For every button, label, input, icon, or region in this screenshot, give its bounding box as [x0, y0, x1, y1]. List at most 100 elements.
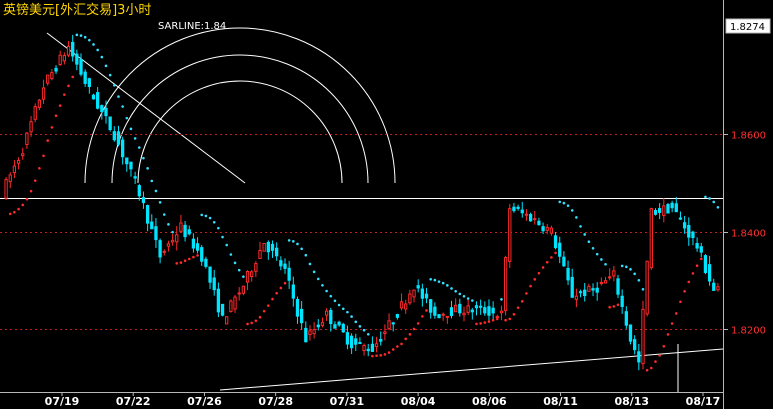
- sar-dot: [712, 200, 716, 204]
- sar-dot: [108, 73, 112, 77]
- candle-body: [474, 305, 479, 309]
- sar-dot: [654, 360, 657, 363]
- candle-body: [241, 285, 246, 294]
- candle-body: [541, 226, 545, 232]
- candle-body: [383, 331, 387, 334]
- sar-dot: [233, 261, 237, 265]
- candle-body: [491, 307, 495, 314]
- candle-body: [29, 121, 33, 133]
- candle-body: [341, 323, 345, 333]
- candle-body: [225, 316, 229, 325]
- sar-dot: [504, 318, 507, 322]
- candle-body: [137, 185, 141, 197]
- candle-body: [483, 307, 487, 314]
- sar-dot: [666, 333, 670, 336]
- candle-body: [79, 59, 83, 75]
- candle-body: [583, 289, 587, 297]
- candle-body: [58, 54, 62, 65]
- sar-dot: [46, 139, 50, 142]
- y-tick-label: 1.8400: [731, 229, 766, 240]
- candle-body: [233, 296, 237, 310]
- sar-dot: [50, 126, 54, 129]
- sar-dot: [371, 354, 374, 358]
- x-tick-label: 08/06: [472, 395, 507, 408]
- candle-body: [624, 311, 628, 326]
- sar-dot: [204, 214, 208, 218]
- sar-dot: [312, 270, 316, 274]
- sar-dot: [246, 322, 249, 326]
- candle-body: [495, 315, 499, 318]
- candle-body: [608, 276, 612, 279]
- sar-dot: [58, 104, 62, 107]
- sar-dot: [88, 38, 91, 42]
- candle-body: [695, 243, 699, 249]
- sar-dot: [329, 294, 333, 298]
- candle-body: [433, 306, 437, 316]
- candle-body: [520, 209, 524, 214]
- sar-dot: [508, 317, 512, 321]
- candle-body: [358, 342, 362, 345]
- candle-body: [437, 314, 441, 319]
- candle-body: [516, 206, 520, 209]
- sar-dot: [562, 201, 566, 205]
- candle-body: [545, 226, 549, 231]
- sar-dot: [304, 253, 308, 257]
- sar-dot: [150, 179, 154, 183]
- sar-dot: [566, 204, 570, 207]
- candle-body: [283, 263, 287, 269]
- candle-body: [487, 306, 491, 316]
- candle-body: [100, 105, 104, 113]
- candle-body: [424, 293, 429, 299]
- candle-body: [170, 239, 175, 243]
- sar-dot: [525, 292, 528, 295]
- sar-dot: [554, 251, 557, 255]
- sar-dot: [350, 315, 353, 318]
- candle-body: [620, 295, 624, 308]
- candle-body: [612, 270, 616, 277]
- candle-body: [145, 205, 150, 224]
- sar-dot: [237, 268, 241, 272]
- sar-dot: [704, 195, 707, 199]
- sar-dot: [271, 297, 274, 301]
- sar-dot: [250, 321, 253, 325]
- sar-dot: [142, 156, 145, 160]
- sar-dot: [450, 287, 453, 290]
- candle-body: [96, 92, 100, 109]
- sar-dot: [416, 322, 420, 325]
- candle-body: [91, 94, 96, 100]
- candle-body: [449, 307, 454, 317]
- x-tick-label: 07/26: [187, 395, 222, 408]
- candle-body: [275, 247, 279, 257]
- candle-body: [75, 53, 79, 65]
- candle-body: [62, 55, 67, 62]
- candle-body: [46, 74, 50, 84]
- candle-body: [687, 225, 691, 238]
- sar-dot: [283, 281, 287, 285]
- sar-dot: [179, 261, 183, 264]
- candle-body: [120, 139, 125, 158]
- candle-body: [537, 220, 541, 226]
- sar-dot: [316, 277, 320, 281]
- candle-body: [362, 344, 366, 352]
- candle-body: [366, 348, 370, 352]
- candle-body: [179, 222, 183, 232]
- sar-dot: [483, 321, 487, 324]
- sar-dot: [471, 299, 474, 302]
- sar-dot: [487, 320, 491, 323]
- sar-dot: [208, 216, 212, 220]
- candle-body: [670, 202, 674, 209]
- candle-body: [212, 277, 216, 291]
- candle-body: [420, 288, 425, 299]
- candle-body: [391, 322, 395, 325]
- sar-dot: [171, 230, 174, 234]
- candle-body: [408, 293, 412, 304]
- candle-body: [200, 247, 204, 262]
- sar-dot: [550, 256, 553, 259]
- candle-body: [324, 310, 329, 316]
- candle-body: [216, 288, 221, 313]
- sar-dot: [146, 167, 149, 170]
- candle-body: [279, 260, 283, 267]
- sar-dot: [391, 348, 395, 351]
- candle-body: [595, 287, 599, 293]
- sar-dot: [125, 116, 129, 120]
